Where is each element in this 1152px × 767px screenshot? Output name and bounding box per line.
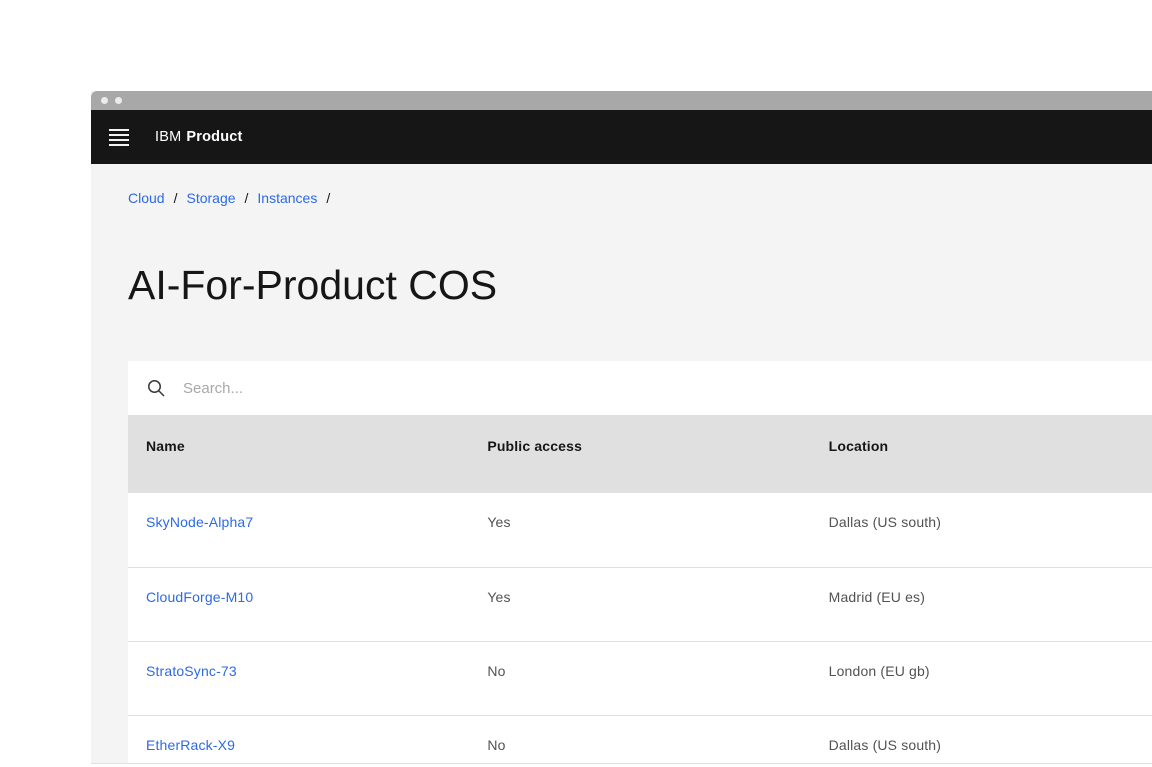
brand-title: IBM Product (155, 129, 243, 145)
table-header-row: Name Public access Location (128, 415, 1152, 493)
cell-name: StratoSync-73 (128, 642, 469, 715)
table-row: StratoSync-73 No London (EU gb) (128, 641, 1152, 715)
breadcrumb-link-storage[interactable]: Storage (186, 188, 235, 208)
instance-link[interactable]: StratoSync-73 (146, 663, 237, 679)
search-input[interactable] (183, 379, 1152, 397)
cell-public-access: Yes (487, 514, 511, 530)
app-header: IBM Product (91, 110, 1152, 164)
cell-public-access: Yes (487, 588, 511, 605)
window-control-dot (115, 97, 122, 104)
table-row: CloudForge-M10 Yes Madrid (EU es) (128, 567, 1152, 641)
breadcrumb-link-cloud[interactable]: Cloud (128, 188, 165, 208)
page-content: Cloud / Storage / Instances / AI-For-Pro… (91, 164, 1152, 763)
cell-name: EtherRack-X9 (128, 716, 469, 763)
data-table: Name Public access Location SkyNode-Alph… (128, 361, 1152, 763)
cell-location: London (EU gb) (828, 662, 930, 679)
table-toolbar (128, 361, 1152, 415)
breadcrumb-separator: / (173, 190, 178, 206)
brand-name: Product (186, 129, 243, 145)
cell-name: SkyNode-Alpha7 (128, 493, 469, 567)
table-row: EtherRack-X9 No Dallas (US south) (128, 715, 1152, 763)
cell-public-access: No (487, 662, 506, 679)
browser-chrome-bar (91, 91, 1152, 110)
cell-location: Dallas (US south) (828, 514, 942, 530)
column-header-location: Location (828, 438, 889, 454)
column-header-name: Name (146, 438, 185, 454)
breadcrumb-separator: / (244, 190, 249, 206)
instance-link[interactable]: SkyNode-Alpha7 (146, 514, 253, 530)
cell-location: Madrid (EU es) (828, 588, 926, 605)
window-control-dot (101, 97, 108, 104)
cell-location: Dallas (US south) (828, 736, 942, 753)
instance-link[interactable]: CloudForge-M10 (146, 589, 253, 605)
breadcrumb-link-instances[interactable]: Instances (257, 188, 317, 208)
table-row: SkyNode-Alpha7 Yes Dallas (US south) (128, 493, 1152, 567)
cell-public-access: No (487, 736, 506, 753)
menu-icon[interactable] (109, 127, 129, 147)
search-icon (148, 380, 165, 397)
column-header-public-access: Public access (487, 438, 583, 454)
page-title: AI-For-Product COS (128, 262, 498, 308)
brand-prefix: IBM (155, 129, 182, 145)
instance-link[interactable]: EtherRack-X9 (146, 737, 235, 753)
browser-window: IBM Product Cloud / Storage / Instances /… (91, 91, 1152, 764)
cell-name: CloudForge-M10 (128, 568, 469, 641)
breadcrumb: Cloud / Storage / Instances / (128, 188, 1152, 208)
breadcrumb-separator: / (326, 190, 331, 206)
